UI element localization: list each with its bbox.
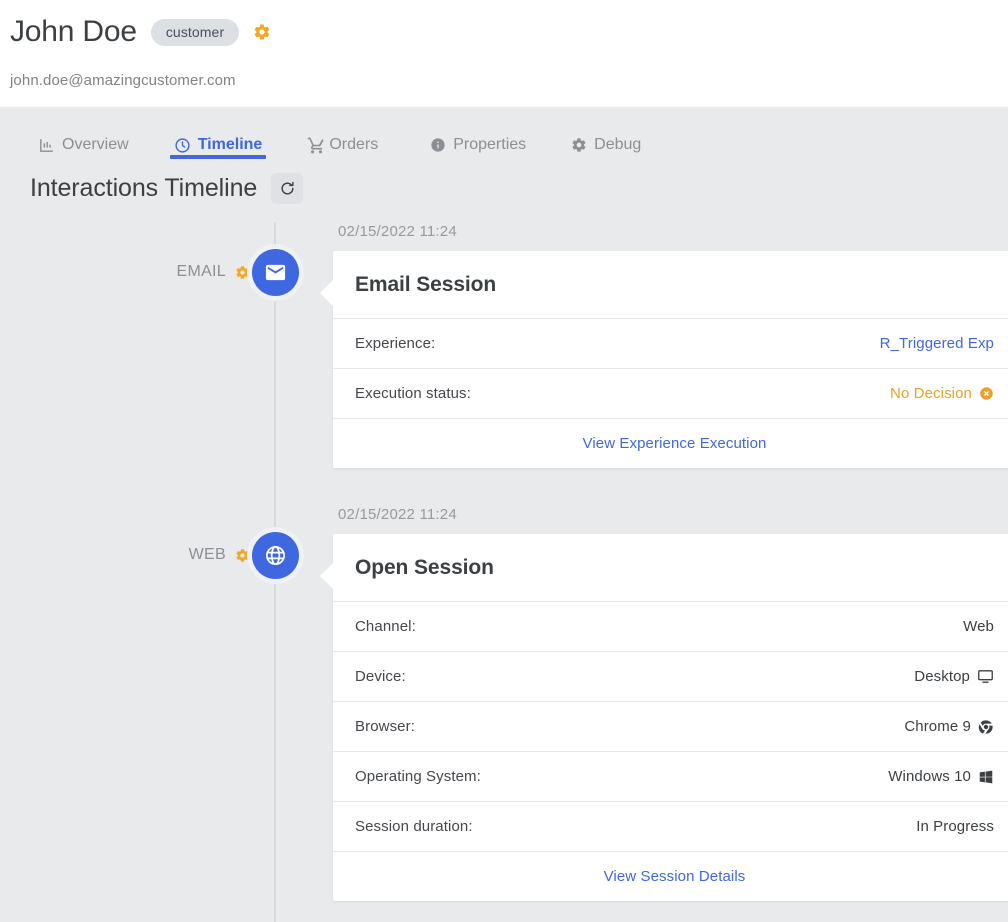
- row-value-text: Web: [963, 618, 994, 635]
- timeline-content-email: 02/15/2022 11:24 Email Session Experienc…: [300, 223, 1008, 468]
- tab-properties[interactable]: Properties: [420, 121, 536, 165]
- view-session-details-link[interactable]: View Session Details: [333, 851, 1008, 901]
- table-row: Device: Desktop: [333, 651, 1008, 701]
- shopping-cart-icon: [307, 136, 326, 155]
- tab-overview[interactable]: Overview: [28, 121, 139, 165]
- tab-label: Debug: [594, 136, 641, 154]
- gear-icon[interactable]: [235, 265, 250, 280]
- row-label: Execution status:: [355, 385, 471, 402]
- gear-icon[interactable]: [253, 23, 271, 41]
- row-label: Device:: [355, 668, 406, 685]
- monitor-icon: [977, 668, 994, 685]
- row-label: Browser:: [355, 718, 415, 735]
- customer-title-row: John Doe customer: [10, 10, 1008, 54]
- row-value-text: Desktop: [914, 668, 970, 685]
- table-row: Execution status: No Decision: [333, 368, 1008, 418]
- row-label: Experience:: [355, 335, 435, 352]
- timeline-content-web: 02/15/2022 11:24 Open Session Channel: W…: [300, 506, 1008, 901]
- tab-label: Orders: [329, 136, 378, 154]
- channel-label: EMAIL: [176, 263, 226, 281]
- timestamp: 02/15/2022 11:24: [333, 506, 1008, 523]
- timeline-node-column: [250, 506, 300, 579]
- timestamp: 02/15/2022 11:24: [333, 223, 1008, 240]
- row-label: Operating System:: [355, 768, 481, 785]
- table-row: Channel: Web: [333, 601, 1008, 651]
- row-value-browser: Chrome 9: [904, 718, 994, 735]
- gear-icon: [571, 137, 587, 153]
- tab-label: Timeline: [198, 136, 263, 154]
- refresh-button[interactable]: [271, 173, 303, 204]
- tab-orders[interactable]: Orders: [297, 121, 388, 165]
- clock-icon: [174, 137, 191, 154]
- row-value-text: Chrome 9: [904, 718, 971, 735]
- tab-label: Properties: [453, 136, 526, 154]
- channel-label-group: EMAIL: [0, 223, 250, 281]
- page-header: John Doe customer john.doe@amazingcustom…: [0, 0, 1008, 107]
- status-badge: customer: [151, 19, 239, 46]
- tab-label: Overview: [62, 136, 129, 154]
- row-value-channel: Web: [963, 618, 994, 635]
- row-label: Session duration:: [355, 818, 473, 835]
- error-circle-icon: [979, 386, 994, 401]
- table-row: Operating System: Windows 10: [333, 751, 1008, 801]
- tab-timeline[interactable]: Timeline: [164, 121, 273, 165]
- card-title: Open Session: [333, 534, 1008, 601]
- tab-bar: Overview Timeline Orders Properties: [0, 107, 1008, 167]
- channel-label: WEB: [189, 546, 226, 564]
- section-title: Interactions Timeline: [30, 174, 257, 203]
- tab-debug[interactable]: Debug: [561, 121, 651, 165]
- row-value-session-duration: In Progress: [916, 818, 994, 835]
- chart-bar-icon: [38, 137, 55, 154]
- open-session-card: Open Session Channel: Web Device: Deskto…: [333, 534, 1008, 901]
- email-session-card: Email Session Experience: R_Triggered Ex…: [333, 251, 1008, 468]
- timeline-node-column: [250, 223, 300, 296]
- chrome-icon: [978, 719, 994, 735]
- row-value-text: No Decision: [890, 385, 972, 402]
- page-title: John Doe: [10, 12, 137, 52]
- row-value-text: In Progress: [916, 818, 994, 835]
- row-value-execution-status: No Decision: [890, 385, 994, 402]
- refresh-icon: [279, 180, 296, 197]
- section-header: Interactions Timeline: [0, 165, 1008, 211]
- row-value-text: Windows 10: [888, 768, 971, 785]
- timeline-node-email[interactable]: [252, 249, 299, 296]
- row-value-text: R_Triggered Exp: [880, 335, 994, 352]
- row-value-experience[interactable]: R_Triggered Exp: [880, 335, 994, 352]
- view-experience-execution-link[interactable]: View Experience Execution: [333, 418, 1008, 468]
- timeline-entry-web: WEB 02/15/2022 11:24: [0, 506, 1008, 901]
- envelope-icon: [264, 261, 287, 284]
- timeline-node-web[interactable]: [252, 532, 299, 579]
- table-row: Session duration: In Progress: [333, 801, 1008, 851]
- gear-icon[interactable]: [235, 548, 250, 563]
- channel-label-group: WEB: [0, 506, 250, 564]
- timeline-entry-email: EMAIL 02/15/2022 11:24 Email Session: [0, 223, 1008, 468]
- globe-icon: [264, 544, 287, 567]
- info-circle-icon: [430, 137, 446, 153]
- row-value-device: Desktop: [914, 668, 994, 685]
- windows-icon: [978, 769, 994, 785]
- table-row: Browser: Chrome 9: [333, 701, 1008, 751]
- table-row: Experience: R_Triggered Exp: [333, 318, 1008, 368]
- interactions-timeline: EMAIL 02/15/2022 11:24 Email Session: [0, 223, 1008, 901]
- card-title: Email Session: [333, 251, 1008, 318]
- row-label: Channel:: [355, 618, 416, 635]
- row-value-operating-system: Windows 10: [888, 768, 994, 785]
- customer-email: john.doe@amazingcustomer.com: [10, 72, 1008, 89]
